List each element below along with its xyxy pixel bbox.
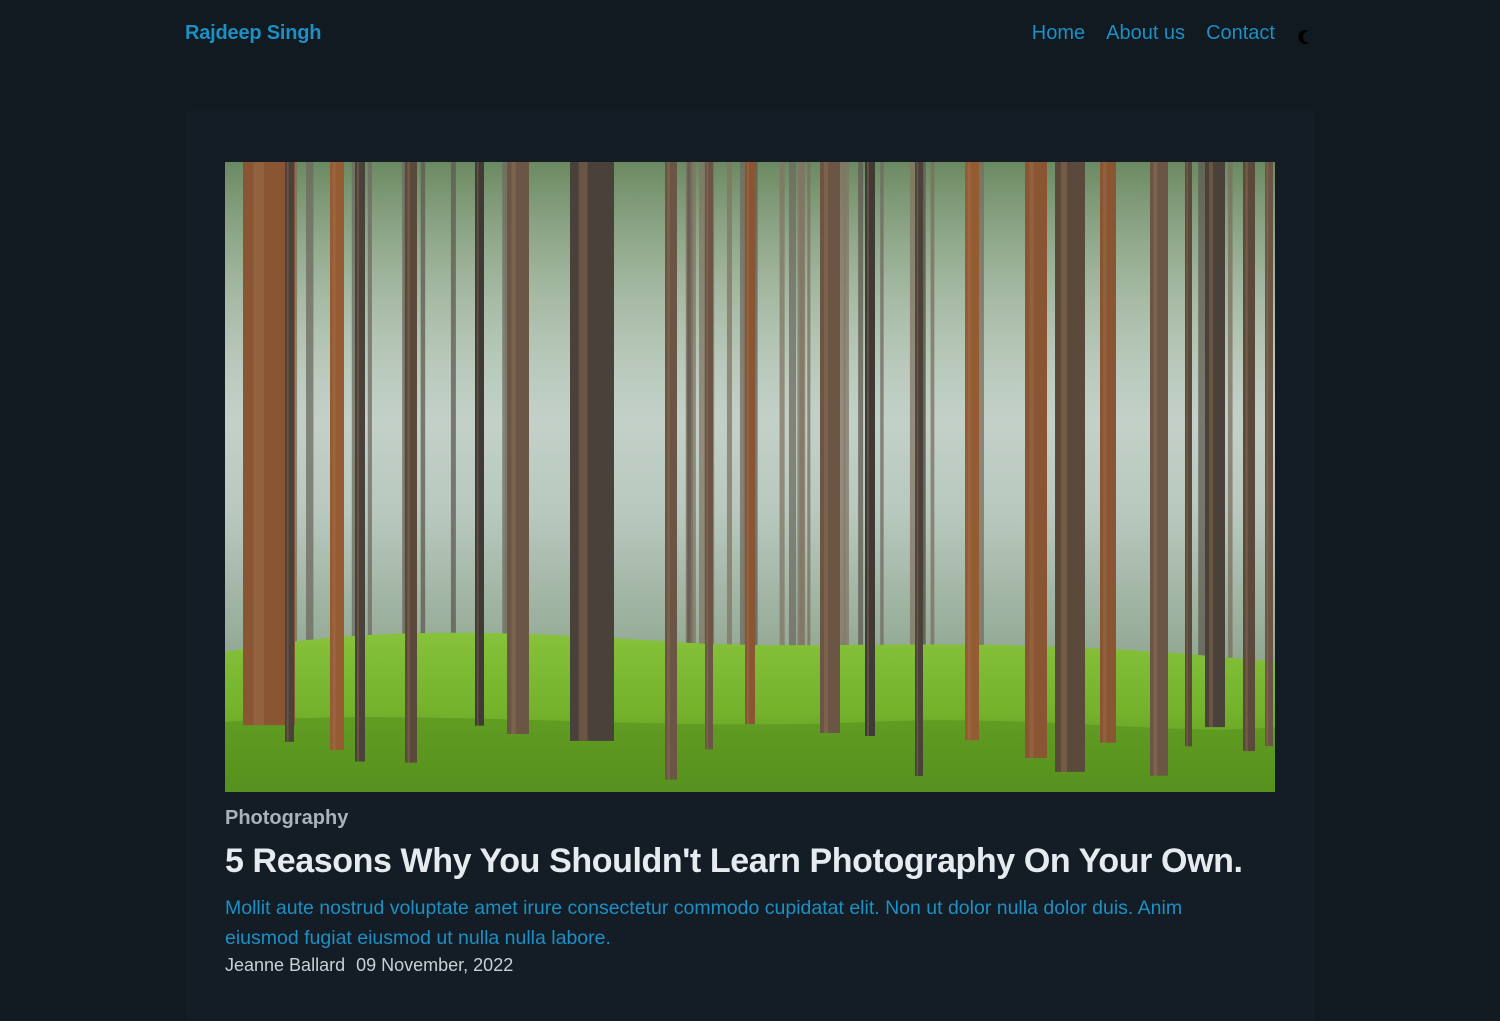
post-category-link[interactable]: Photography [225,807,348,830]
forest-photo [225,162,1275,792]
moon-icon [1298,30,1309,44]
site-brand-link[interactable]: Rajdeep Singh [185,22,322,45]
post-excerpt: Mollit aute nostrud voluptate amet irure… [225,897,1183,949]
nav-about-link[interactable]: About us [1106,22,1185,45]
nav-contact-link[interactable]: Contact [1206,22,1275,45]
main-nav: Home About us Contact [1032,22,1275,45]
site-header: Rajdeep Singh Home About us Contact [185,0,1315,72]
theme-toggle-button[interactable] [1297,28,1315,46]
post-cover-image[interactable] [225,162,1275,792]
post-date: 09 November, 2022 [356,955,514,975]
post-author: Jeanne Ballard [225,955,346,975]
post-meta: Jeanne Ballard 09 November, 2022 [225,955,513,976]
post-card[interactable]: Photography 5 Reasons Why You Shouldn't … [185,111,1315,1021]
nav-home-link[interactable]: Home [1032,22,1085,45]
post-title-link[interactable]: 5 Reasons Why You Shouldn't Learn Photog… [225,842,1243,881]
